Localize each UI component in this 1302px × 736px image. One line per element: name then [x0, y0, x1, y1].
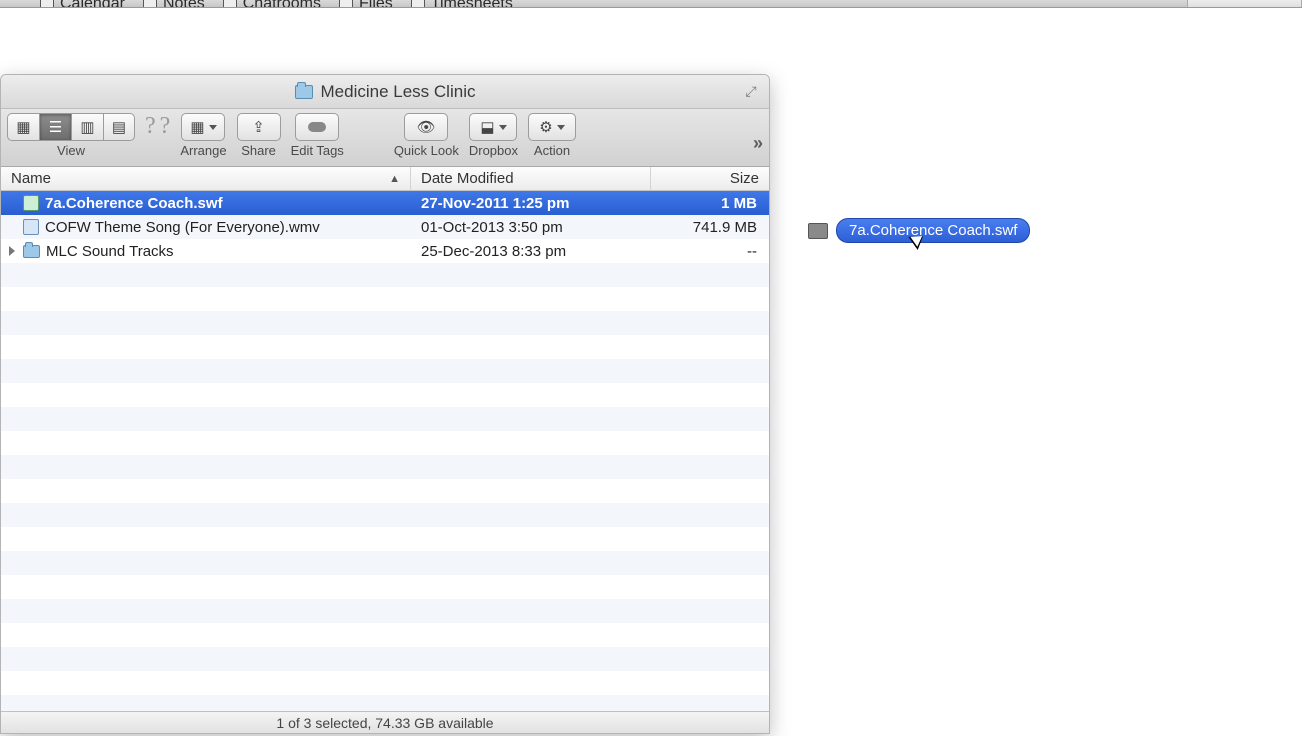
file-name: MLC Sound Tracks [46, 243, 174, 260]
edit-tags-button[interactable] [295, 113, 339, 141]
help-icon[interactable]: ? [145, 113, 156, 140]
menubar-item-timesheets[interactable]: Timesheets [411, 0, 513, 8]
menubar-label: Timesheets [431, 0, 513, 8]
file-row[interactable]: COFW Theme Song (For Everyone).wmv 01-Oc… [1, 215, 769, 239]
toolbar-share-group: ⇪ Share [237, 113, 281, 158]
action-button[interactable]: ⚙ [528, 113, 576, 141]
folder-icon [23, 245, 40, 258]
file-date: 01-Oct-2013 3:50 pm [411, 219, 651, 236]
toolbar-action-label: Action [534, 143, 570, 158]
toolbar-edittags-label: Edit Tags [291, 143, 344, 158]
menubar-right-widget[interactable] [1187, 0, 1302, 8]
app-menubar: Calendar Notes Chatrooms Files Timesheet… [0, 0, 1302, 8]
toolbar-quicklook-label: Quick Look [394, 143, 459, 158]
sort-ascending-icon: ▲ [389, 173, 400, 185]
dropbox-button[interactable]: ⬓ [469, 113, 517, 141]
coverflow-icon: ▤ [112, 118, 126, 136]
column-header-row: Name ▲ Date Modified Size [1, 167, 769, 191]
column-label: Size [730, 170, 759, 187]
toolbar-view-group: ▦ ☰ ▥ ▤ View [7, 113, 135, 158]
file-size: -- [651, 243, 769, 260]
list-icon: ☰ [49, 118, 62, 136]
view-columns-button[interactable]: ▥ [71, 113, 103, 141]
status-text: 1 of 3 selected, 74.33 GB available [276, 715, 493, 731]
toolbar-overflow-button[interactable]: » [753, 133, 763, 154]
toolbar-action-group: ⚙ Action [528, 113, 576, 158]
toolbar: ▦ ☰ ▥ ▤ View ? ? ▦ Arrange ⇪ Share [1, 109, 769, 167]
folder-icon [295, 85, 313, 99]
menubar-label: Calendar [60, 0, 125, 8]
toolbar-share-label: Share [241, 143, 276, 158]
view-icons-button[interactable]: ▦ [7, 113, 39, 141]
column-label: Name [11, 170, 51, 187]
finder-window: Medicine Less Clinic ⤢ ▦ ☰ ▥ ▤ View ? ? … [0, 74, 770, 734]
share-button[interactable]: ⇪ [237, 113, 281, 141]
window-title: Medicine Less Clinic [321, 82, 476, 102]
menubar-item-calendar[interactable]: Calendar [40, 0, 125, 8]
column-header-date[interactable]: Date Modified [411, 167, 651, 190]
gear-icon: ⚙ [539, 118, 552, 136]
chevron-down-icon [557, 125, 565, 130]
view-list-button[interactable]: ☰ [39, 113, 71, 141]
file-name: COFW Theme Song (For Everyone).wmv [45, 219, 320, 236]
wmv-file-icon [23, 219, 39, 235]
menubar-item-notes[interactable]: Notes [143, 0, 205, 8]
column-header-size[interactable]: Size [651, 167, 769, 190]
drag-label: 7a.Coherence Coach.swf [836, 218, 1030, 243]
quick-look-button[interactable]: 👁 [404, 113, 448, 141]
calendar-icon [40, 0, 54, 8]
file-size: 1 MB [651, 195, 769, 212]
arrange-button[interactable]: ▦ [181, 113, 225, 141]
toolbar-dropbox-group: ⬓ Dropbox [469, 113, 518, 158]
menubar-item-chatrooms[interactable]: Chatrooms [223, 0, 321, 8]
toolbar-quicklook-group: 👁 Quick Look [394, 113, 459, 158]
swf-file-icon [23, 195, 39, 211]
eye-icon: 👁 [417, 118, 436, 136]
grid-icon: ▦ [16, 118, 30, 136]
toolbar-help-group: ? ? [145, 113, 170, 140]
disclosure-triangle-icon[interactable] [9, 246, 15, 256]
dropbox-icon: ⬓ [480, 118, 494, 136]
file-date: 27-Nov-2011 1:25 pm [411, 195, 651, 212]
menubar-label: Files [359, 0, 393, 8]
toolbar-arrange-label: Arrange [180, 143, 226, 158]
tag-icon [308, 122, 326, 132]
toolbar-view-label: View [57, 143, 85, 158]
chevron-down-icon [499, 125, 507, 130]
help-icon[interactable]: ? [160, 113, 171, 140]
file-row[interactable]: MLC Sound Tracks 25-Dec-2013 8:33 pm -- [1, 239, 769, 263]
file-date: 25-Dec-2013 8:33 pm [411, 243, 651, 260]
drag-thumb-icon [808, 223, 828, 239]
chevron-down-icon [209, 125, 217, 130]
file-list[interactable]: 7a.Coherence Coach.swf 27-Nov-2011 1:25 … [1, 191, 769, 711]
column-label: Date Modified [421, 170, 514, 187]
fullscreen-button[interactable]: ⤢ [741, 81, 761, 101]
columns-icon: ▥ [80, 118, 94, 136]
notes-icon [143, 0, 157, 8]
share-icon: ⇪ [252, 118, 265, 136]
window-titlebar[interactable]: Medicine Less Clinic ⤢ [1, 75, 769, 109]
chat-icon [223, 0, 237, 8]
drag-preview: 7a.Coherence Coach.swf [808, 218, 1030, 243]
view-coverflow-button[interactable]: ▤ [103, 113, 135, 141]
menubar-label: Chatrooms [243, 0, 321, 8]
file-size: 741.9 MB [651, 219, 769, 236]
menubar-label: Notes [163, 0, 205, 8]
file-name: 7a.Coherence Coach.swf [45, 195, 223, 212]
file-row[interactable]: 7a.Coherence Coach.swf 27-Nov-2011 1:25 … [1, 191, 769, 215]
status-bar: 1 of 3 selected, 74.33 GB available [1, 711, 769, 733]
files-icon [339, 0, 353, 8]
column-header-name[interactable]: Name ▲ [1, 167, 411, 190]
toolbar-dropbox-label: Dropbox [469, 143, 518, 158]
toolbar-edittags-group: Edit Tags [291, 113, 344, 158]
toolbar-arrange-group: ▦ Arrange [180, 113, 226, 158]
timesheets-icon [411, 0, 425, 8]
menubar-item-files[interactable]: Files [339, 0, 393, 8]
arrange-icon: ▦ [190, 118, 204, 136]
